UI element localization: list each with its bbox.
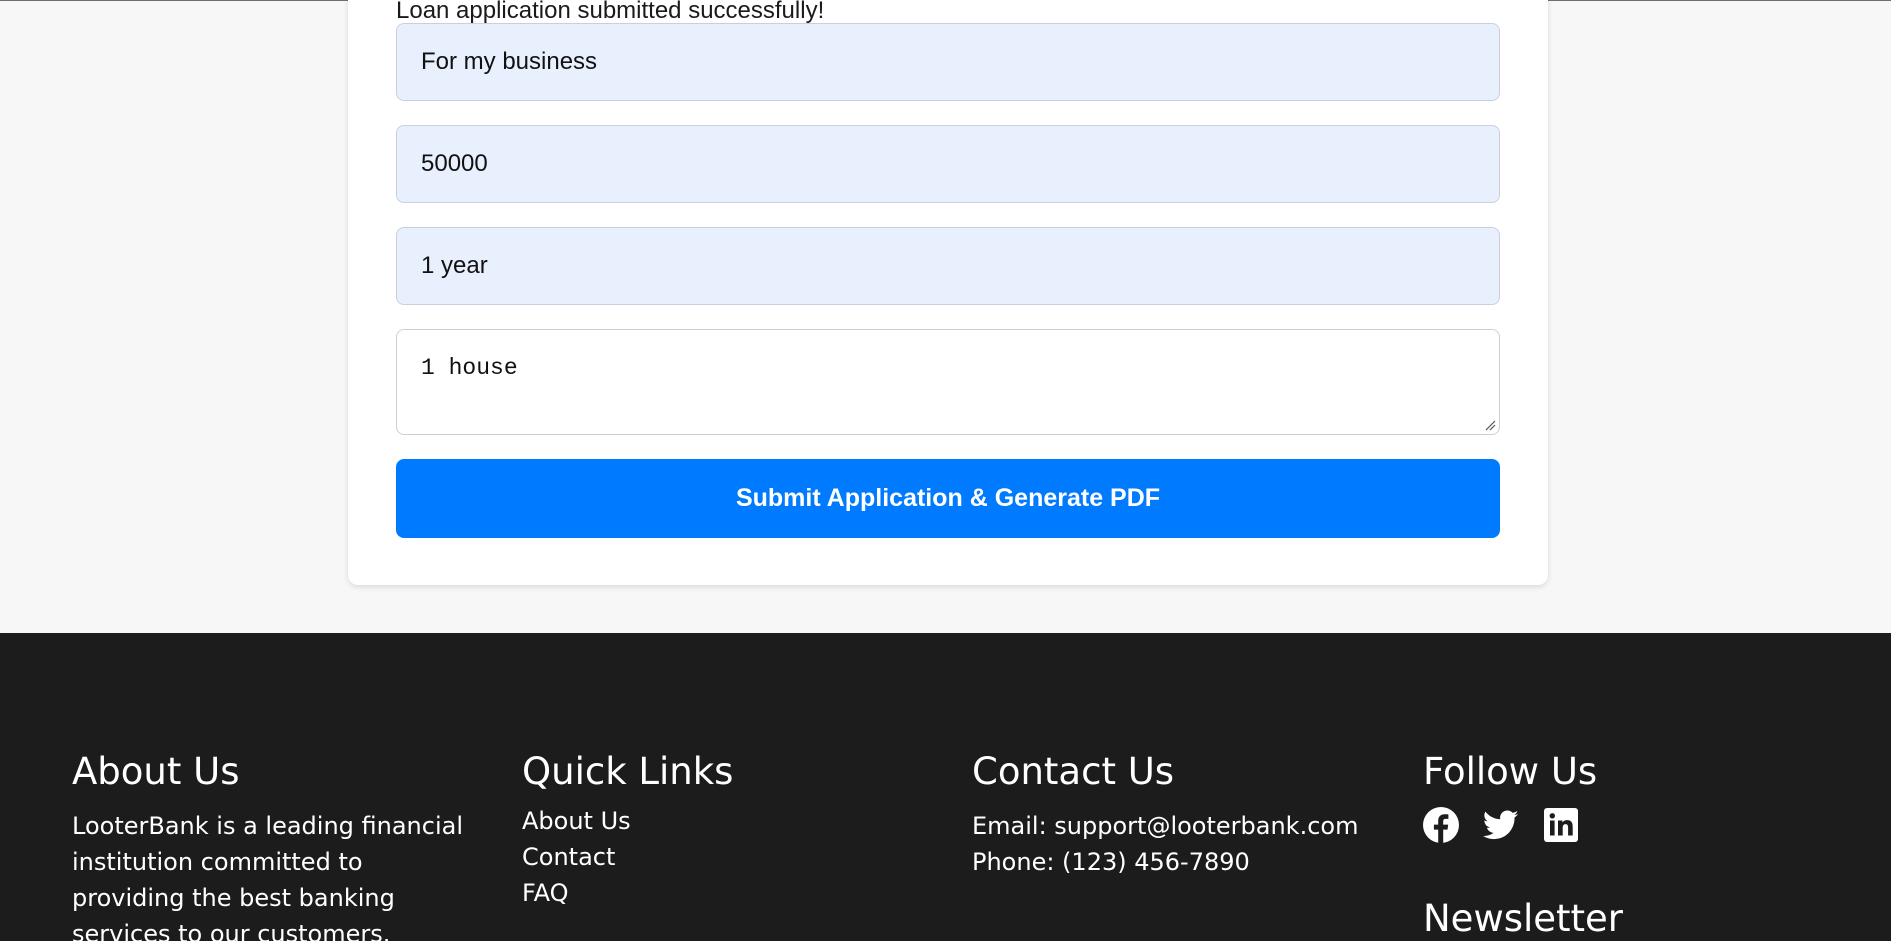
loan-purpose-input[interactable]: For my business — [396, 23, 1500, 101]
contact-email: Email: support@looterbank.com — [972, 812, 1359, 840]
footer-about-title: About Us — [72, 750, 240, 793]
submit-application-button[interactable]: Submit Application & Generate PDF — [396, 459, 1500, 538]
footer-quick-links-section: Quick Links About Us Contact FAQ — [522, 748, 942, 911]
collateral-textarea[interactable]: 1 house — [396, 329, 1500, 435]
resize-grip-icon[interactable] — [1484, 419, 1496, 431]
collateral-value: 1 house — [421, 355, 518, 381]
footer-contact-details: Email: support@looterbank.com Phone: (12… — [972, 808, 1412, 880]
footer-follow-section: Follow Us — [1423, 748, 1843, 843]
quick-link-contact[interactable]: Contact — [522, 839, 942, 875]
quick-link-faq[interactable]: FAQ — [522, 875, 942, 911]
linkedin-icon[interactable] — [1543, 807, 1579, 843]
footer-contact-title: Contact Us — [972, 750, 1175, 793]
loan-amount-input[interactable]: 50000 — [396, 125, 1500, 203]
loan-term-input[interactable]: 1 year — [396, 227, 1500, 305]
footer-quick-links-title: Quick Links — [522, 750, 734, 793]
loan-amount-value: 50000 — [421, 150, 488, 177]
twitter-icon[interactable] — [1482, 807, 1519, 843]
social-icons — [1423, 807, 1843, 843]
facebook-icon[interactable] — [1423, 807, 1459, 843]
footer-about-section: About Us LooterBank is a leading financi… — [72, 748, 472, 941]
quick-link-about-us[interactable]: About Us — [522, 803, 942, 839]
footer-about-text: LooterBank is a leading financial instit… — [72, 812, 464, 941]
footer-contact-section: Contact Us Email: support@looterbank.com… — [972, 748, 1412, 880]
submit-button-label: Submit Application & Generate PDF — [735, 484, 1161, 512]
footer-follow-title: Follow Us — [1423, 750, 1598, 793]
site-footer: About Us LooterBank is a leading financi… — [0, 633, 1891, 941]
quick-links-list: About Us Contact FAQ — [522, 803, 942, 911]
contact-phone: Phone: (123) 456-7890 — [972, 848, 1250, 876]
loan-term-value: 1 year — [421, 252, 488, 279]
loan-purpose-value: For my business — [421, 48, 598, 75]
footer-newsletter-title: Newsletter — [1423, 897, 1624, 940]
